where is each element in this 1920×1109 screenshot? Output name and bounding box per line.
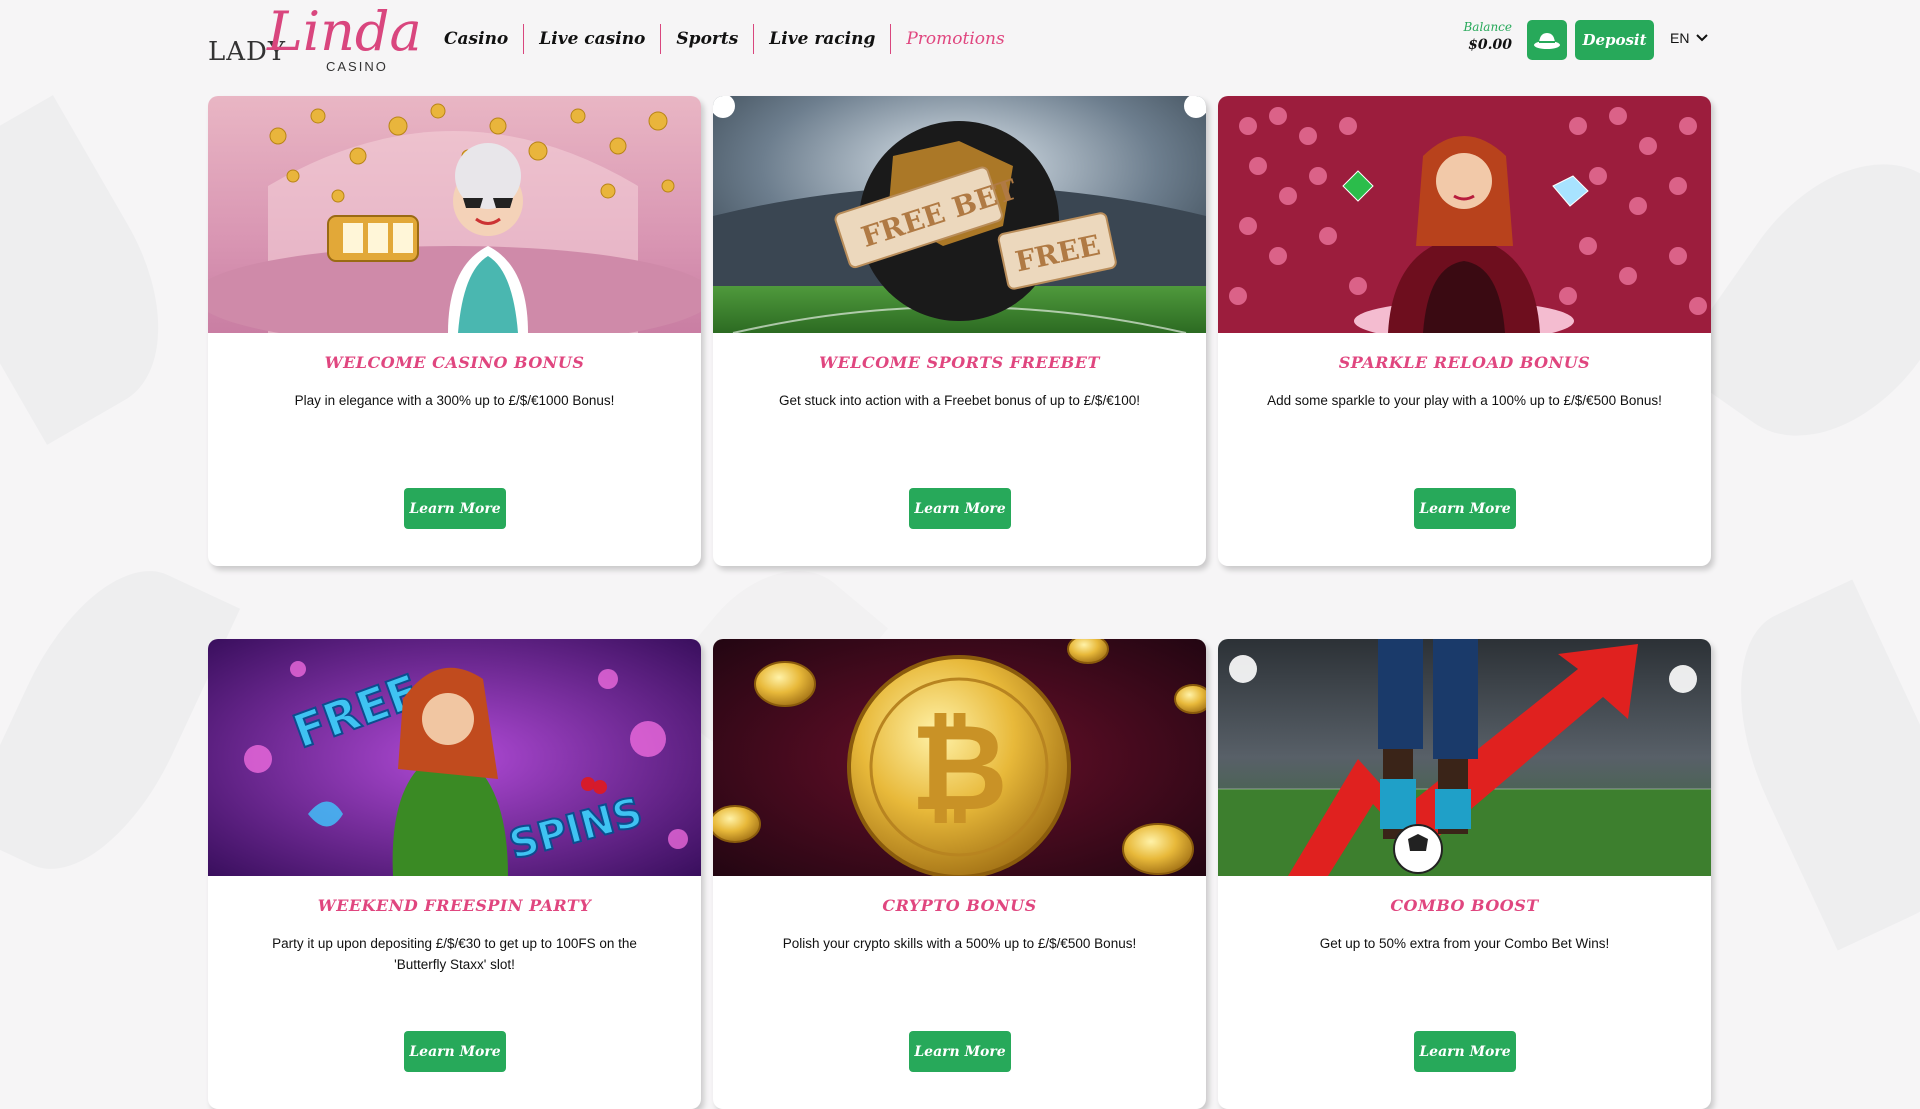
svg-text:₿: ₿	[910, 699, 1008, 838]
logo-linda-text: Linda	[267, 0, 422, 63]
nav-item-live-racing[interactable]: Live racing	[754, 24, 892, 54]
promo-image-sparkle-lady	[1218, 96, 1711, 333]
promo-title: WEEKEND FREESPIN PARTY	[317, 896, 592, 915]
promo-title: CRYPTO BONUS	[882, 896, 1037, 915]
promo-card-welcome-sports: FREE BET FREE WELCOME SPORTS FREEBET Get…	[713, 96, 1206, 566]
promo-image-football-arrow	[1218, 639, 1711, 876]
balance-amount: $0.00	[1468, 37, 1512, 53]
learn-more-button[interactable]: Learn More	[1414, 488, 1516, 529]
nav-item-casino[interactable]: Casino	[428, 24, 525, 54]
promo-description: Polish your crypto skills with a 500% up…	[782, 936, 1137, 951]
account-button[interactable]	[1527, 20, 1567, 60]
chevron-down-icon	[1696, 34, 1709, 42]
promo-description: Get up to 50% extra from your Combo Bet …	[1319, 936, 1610, 951]
logo-casino-text: CASINO	[326, 59, 388, 74]
main-nav: Casino Live casino Sports Live racing Pr…	[428, 24, 1020, 54]
language-label: EN	[1670, 30, 1690, 46]
nav-item-sports[interactable]: Sports	[661, 24, 755, 54]
promo-description: Add some sparkle to your play with a 100…	[1267, 393, 1662, 408]
promo-description: Party it up upon depositing £/$/€30 to g…	[272, 936, 637, 972]
promo-description: Get stuck into action with a Freebet bon…	[779, 393, 1140, 408]
hat-icon	[1534, 33, 1560, 49]
promo-image-bitcoin-coin: ₿	[713, 639, 1206, 876]
promo-title: SPARKLE RELOAD BONUS	[1338, 353, 1591, 372]
promo-card-weekend-freespin: FREE SPINS WEEKEND FREESPIN PARTY Party …	[208, 639, 701, 1109]
background-leaf	[0, 95, 203, 445]
lady-linda-logo[interactable]: LADY Linda CASINO	[207, 0, 422, 76]
promo-image-freespins-lady: FREE SPINS	[208, 639, 701, 876]
background-leaf	[0, 541, 241, 899]
promo-title: WELCOME CASINO BONUS	[324, 353, 585, 372]
promo-card-sparkle-reload: SPARKLE RELOAD BONUS Add some sparkle to…	[1218, 96, 1711, 566]
learn-more-button[interactable]: Learn More	[1414, 1031, 1516, 1072]
balance-label: Balance	[1463, 20, 1512, 34]
promo-image-football-freebet: FREE BET FREE	[713, 96, 1206, 333]
learn-more-button[interactable]: Learn More	[909, 488, 1011, 529]
promo-card-crypto: ₿ CRYPTO BONUS Polish your crypto skills…	[713, 639, 1206, 1109]
promo-card-combo-boost: COMBO BOOST Get up to 50% extra from you…	[1218, 639, 1711, 1109]
language-selector[interactable]: EN	[1670, 30, 1709, 46]
deposit-button[interactable]: Deposit	[1575, 20, 1654, 60]
site-header: LADY Linda CASINO Casino Live casino Spo…	[0, 0, 1920, 80]
learn-more-button[interactable]: Learn More	[909, 1031, 1011, 1072]
learn-more-button[interactable]: Learn More	[404, 1031, 506, 1072]
promo-description: Play in elegance with a 300% up to £/$/€…	[294, 393, 615, 408]
learn-more-button[interactable]: Learn More	[404, 488, 506, 529]
background-leaf	[1698, 579, 1920, 951]
promo-card-welcome-casino: WELCOME CASINO BONUS Play in elegance wi…	[208, 96, 701, 566]
promo-image-granny-slot	[208, 96, 701, 333]
nav-item-live-casino[interactable]: Live casino	[524, 24, 662, 54]
promo-title: WELCOME SPORTS FREEBET	[819, 353, 1100, 372]
nav-item-promotions[interactable]: Promotions	[891, 24, 1019, 54]
balance-display: Balance $0.00	[1458, 20, 1512, 53]
promo-title: COMBO BOOST	[1390, 896, 1539, 915]
